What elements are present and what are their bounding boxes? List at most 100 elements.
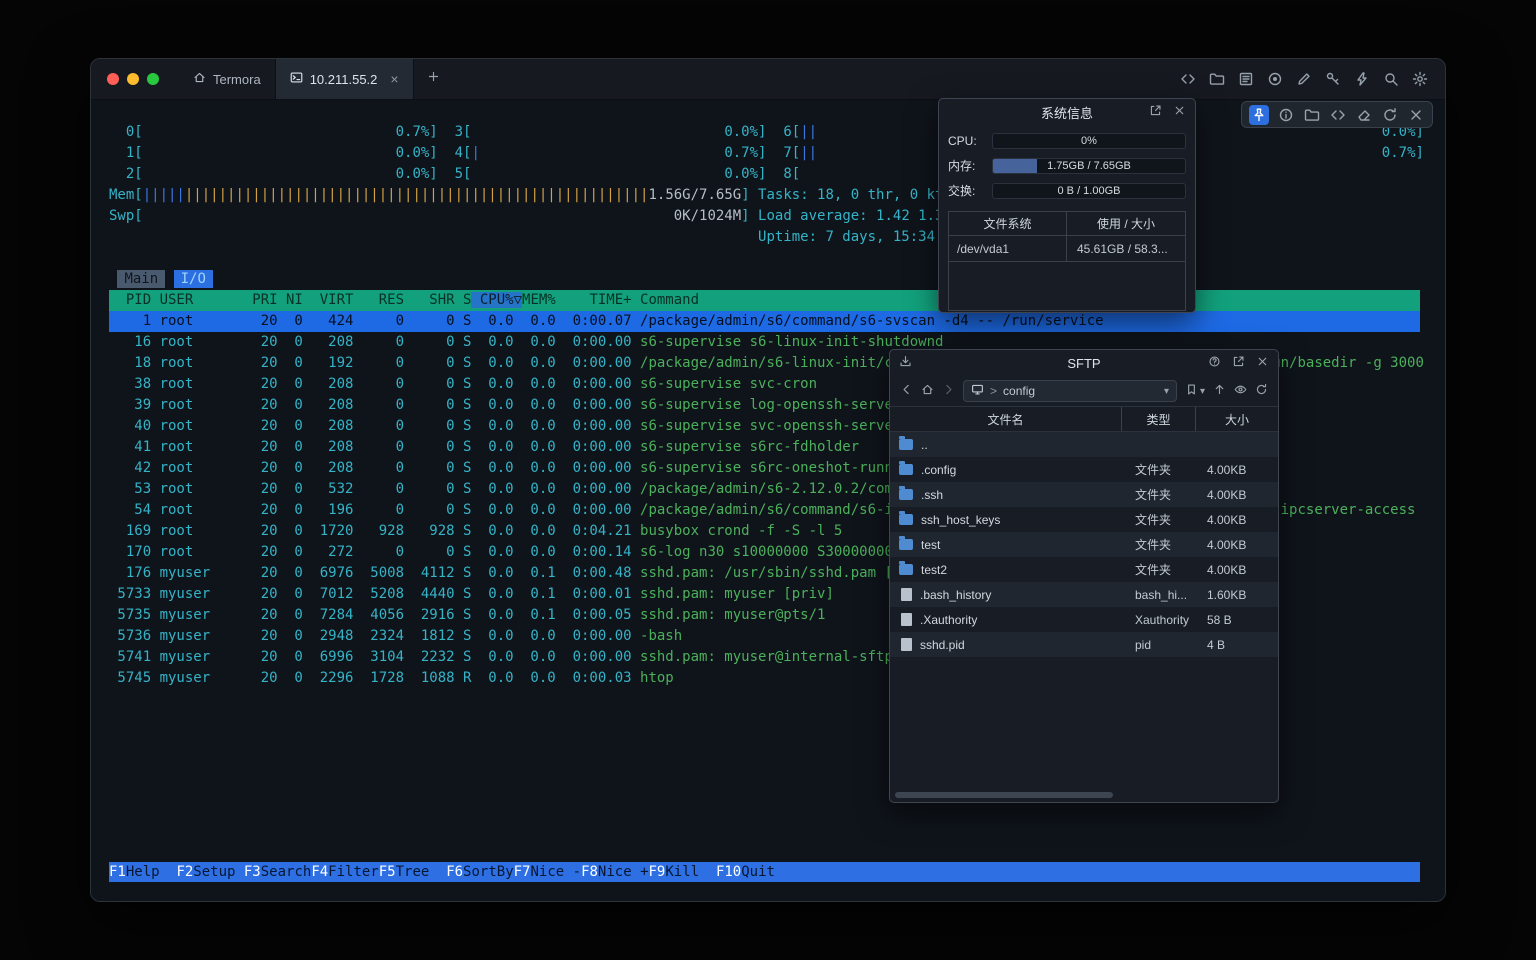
fn-kill[interactable]: F9Kill: [649, 862, 716, 882]
path-breadcrumb[interactable]: > config ▾: [963, 380, 1177, 402]
file-list: ...config文件夹4.00KB.ssh文件夹4.00KBssh_host_…: [890, 432, 1278, 657]
htop-screen-tabs: Main I/O: [109, 269, 1420, 290]
refresh-icon[interactable]: [1255, 383, 1268, 399]
fn-sortby[interactable]: F6SortBy: [446, 862, 513, 882]
sftp-file-row[interactable]: ..: [890, 432, 1278, 457]
bolt-icon[interactable]: [1353, 70, 1371, 88]
column-header-name[interactable]: 文件名: [890, 407, 1122, 431]
home-icon[interactable]: [921, 383, 934, 399]
close-icon[interactable]: [1173, 104, 1186, 120]
panel-title: 系统信息: [1041, 103, 1093, 122]
open-in-window-icon[interactable]: [1149, 104, 1162, 120]
htop-tab-io[interactable]: I/O: [174, 270, 213, 288]
process-table-header[interactable]: PID USER PRI NI VIRT RES SHR S CPU%▽MEM%…: [109, 290, 1420, 311]
traffic-lights: [91, 59, 179, 99]
file-type: 文件夹: [1122, 486, 1196, 503]
key-icon[interactable]: [1324, 70, 1342, 88]
fn-setup[interactable]: F2Setup: [176, 862, 243, 882]
file-size: 4.00KB: [1196, 463, 1278, 477]
file-size: 4.00KB: [1196, 513, 1278, 527]
show-hidden-files-icon[interactable]: [1234, 383, 1247, 399]
cpu-progress-bar: 0%: [992, 133, 1186, 149]
file-icon: [901, 613, 912, 626]
sftp-file-row[interactable]: .bash_historybash_hi...1.60KB: [890, 582, 1278, 607]
pin-icon[interactable]: [1249, 105, 1269, 125]
folder-icon[interactable]: [1303, 106, 1321, 124]
htop-meter-line: 0[ 0.7%] 3[ 0.0%] 6[|| 0.0%] 9[ 0.0%]: [109, 122, 1420, 143]
column-header: 文件系统: [949, 212, 1067, 235]
sftp-file-row[interactable]: test文件夹4.00KB: [890, 532, 1278, 557]
fn-quit[interactable]: F10Quit: [716, 862, 792, 882]
minimize-window-button[interactable]: [127, 73, 139, 85]
file-size: 4 B: [1196, 638, 1278, 652]
sftp-file-row[interactable]: .Xauthority Xauthority58 B: [890, 607, 1278, 632]
code-icon[interactable]: [1179, 70, 1197, 88]
fn-nice-[interactable]: F7Nice -: [514, 862, 581, 882]
tab-host[interactable]: 10.211.55.2 ×: [275, 59, 414, 99]
sftp-file-row[interactable]: sshd.pidpid4 B: [890, 632, 1278, 657]
fn-nice-[interactable]: F8Nice +: [581, 862, 648, 882]
filesystem-usage: 45.61GB / 58.3...: [1067, 236, 1185, 261]
terminal-icon: [290, 71, 303, 87]
process-row[interactable]: 1 root 20 0 424 0 0 S 0.0 0.0 0:00.07 /p…: [109, 311, 1420, 332]
code-icon[interactable]: [1329, 106, 1347, 124]
plus-icon: [427, 70, 440, 88]
file-name: test2: [921, 563, 947, 577]
log-icon[interactable]: [1237, 70, 1255, 88]
file-size: 58 B: [1196, 613, 1278, 627]
folder-icon[interactable]: [1208, 70, 1226, 88]
fn-tree[interactable]: F5Tree: [379, 862, 446, 882]
cpu-usage-row: CPU: 0%: [939, 133, 1195, 149]
fn-filter[interactable]: F4Filter: [311, 862, 378, 882]
fn-search[interactable]: F3Search: [244, 862, 311, 882]
file-type: 文件夹: [1122, 461, 1196, 478]
back-icon[interactable]: [900, 383, 913, 399]
folder-icon: [899, 539, 913, 550]
file-name: .Xauthority: [920, 613, 977, 627]
filesystem-row[interactable]: /dev/vda1 45.61GB / 58.3...: [949, 236, 1185, 262]
tab-termora[interactable]: Termora: [179, 59, 275, 99]
htop-tab-main[interactable]: Main: [117, 270, 165, 288]
search-icon[interactable]: [1382, 70, 1400, 88]
file-type: bash_hi...: [1122, 588, 1196, 602]
record-icon[interactable]: [1266, 70, 1284, 88]
chevron-down-icon[interactable]: ▾: [1164, 386, 1169, 397]
column-header-size[interactable]: 大小: [1196, 407, 1278, 431]
eraser-icon[interactable]: [1355, 106, 1373, 124]
file-icon: [901, 638, 912, 651]
sftp-nav-bar: > config ▾ ▾: [890, 376, 1278, 406]
bookmark-control[interactable]: ▾: [1185, 383, 1205, 399]
close-icon[interactable]: [1407, 106, 1425, 124]
sftp-file-row[interactable]: .config文件夹4.00KB: [890, 457, 1278, 482]
tabbar-spacer: [453, 59, 1179, 99]
column-header-type[interactable]: 类型: [1122, 407, 1196, 431]
edit-icon[interactable]: [1295, 70, 1313, 88]
file-type: pid: [1122, 638, 1196, 652]
new-tab-button[interactable]: [414, 59, 453, 99]
horizontal-scrollbar[interactable]: [895, 792, 1113, 798]
sftp-file-row[interactable]: ssh_host_keys文件夹4.00KB: [890, 507, 1278, 532]
htop-meter-line: [109, 248, 1420, 269]
parent-directory-icon[interactable]: [1213, 383, 1226, 399]
cpu-label: CPU:: [948, 134, 992, 148]
zoom-window-button[interactable]: [147, 73, 159, 85]
sort-column-header[interactable]: CPU%▽: [471, 292, 522, 308]
open-in-window-icon[interactable]: [1232, 355, 1245, 371]
settings-icon[interactable]: [1411, 70, 1429, 88]
sftp-panel: SFTP > config ▾ ▾: [889, 349, 1279, 803]
folder-icon: [899, 514, 913, 525]
close-window-button[interactable]: [107, 73, 119, 85]
fn-help[interactable]: F1Help: [109, 862, 176, 882]
info-icon[interactable]: [1277, 106, 1295, 124]
sftp-file-row[interactable]: .ssh文件夹4.00KB: [890, 482, 1278, 507]
forward-icon[interactable]: [942, 383, 955, 399]
folder-icon: [899, 564, 913, 575]
help-icon[interactable]: [1208, 355, 1221, 371]
transfers-icon[interactable]: [899, 355, 912, 371]
sftp-file-row[interactable]: test2文件夹4.00KB: [890, 557, 1278, 582]
close-icon[interactable]: [1256, 355, 1269, 371]
refresh-icon[interactable]: [1381, 106, 1399, 124]
htop-meter-line: 1[ 0.0%] 4[| 0.7%] 7[|| 0.0%] 10[ 0.7%]: [109, 143, 1420, 164]
file-type: Xauthority: [1122, 613, 1196, 627]
close-tab-icon[interactable]: ×: [390, 72, 398, 86]
